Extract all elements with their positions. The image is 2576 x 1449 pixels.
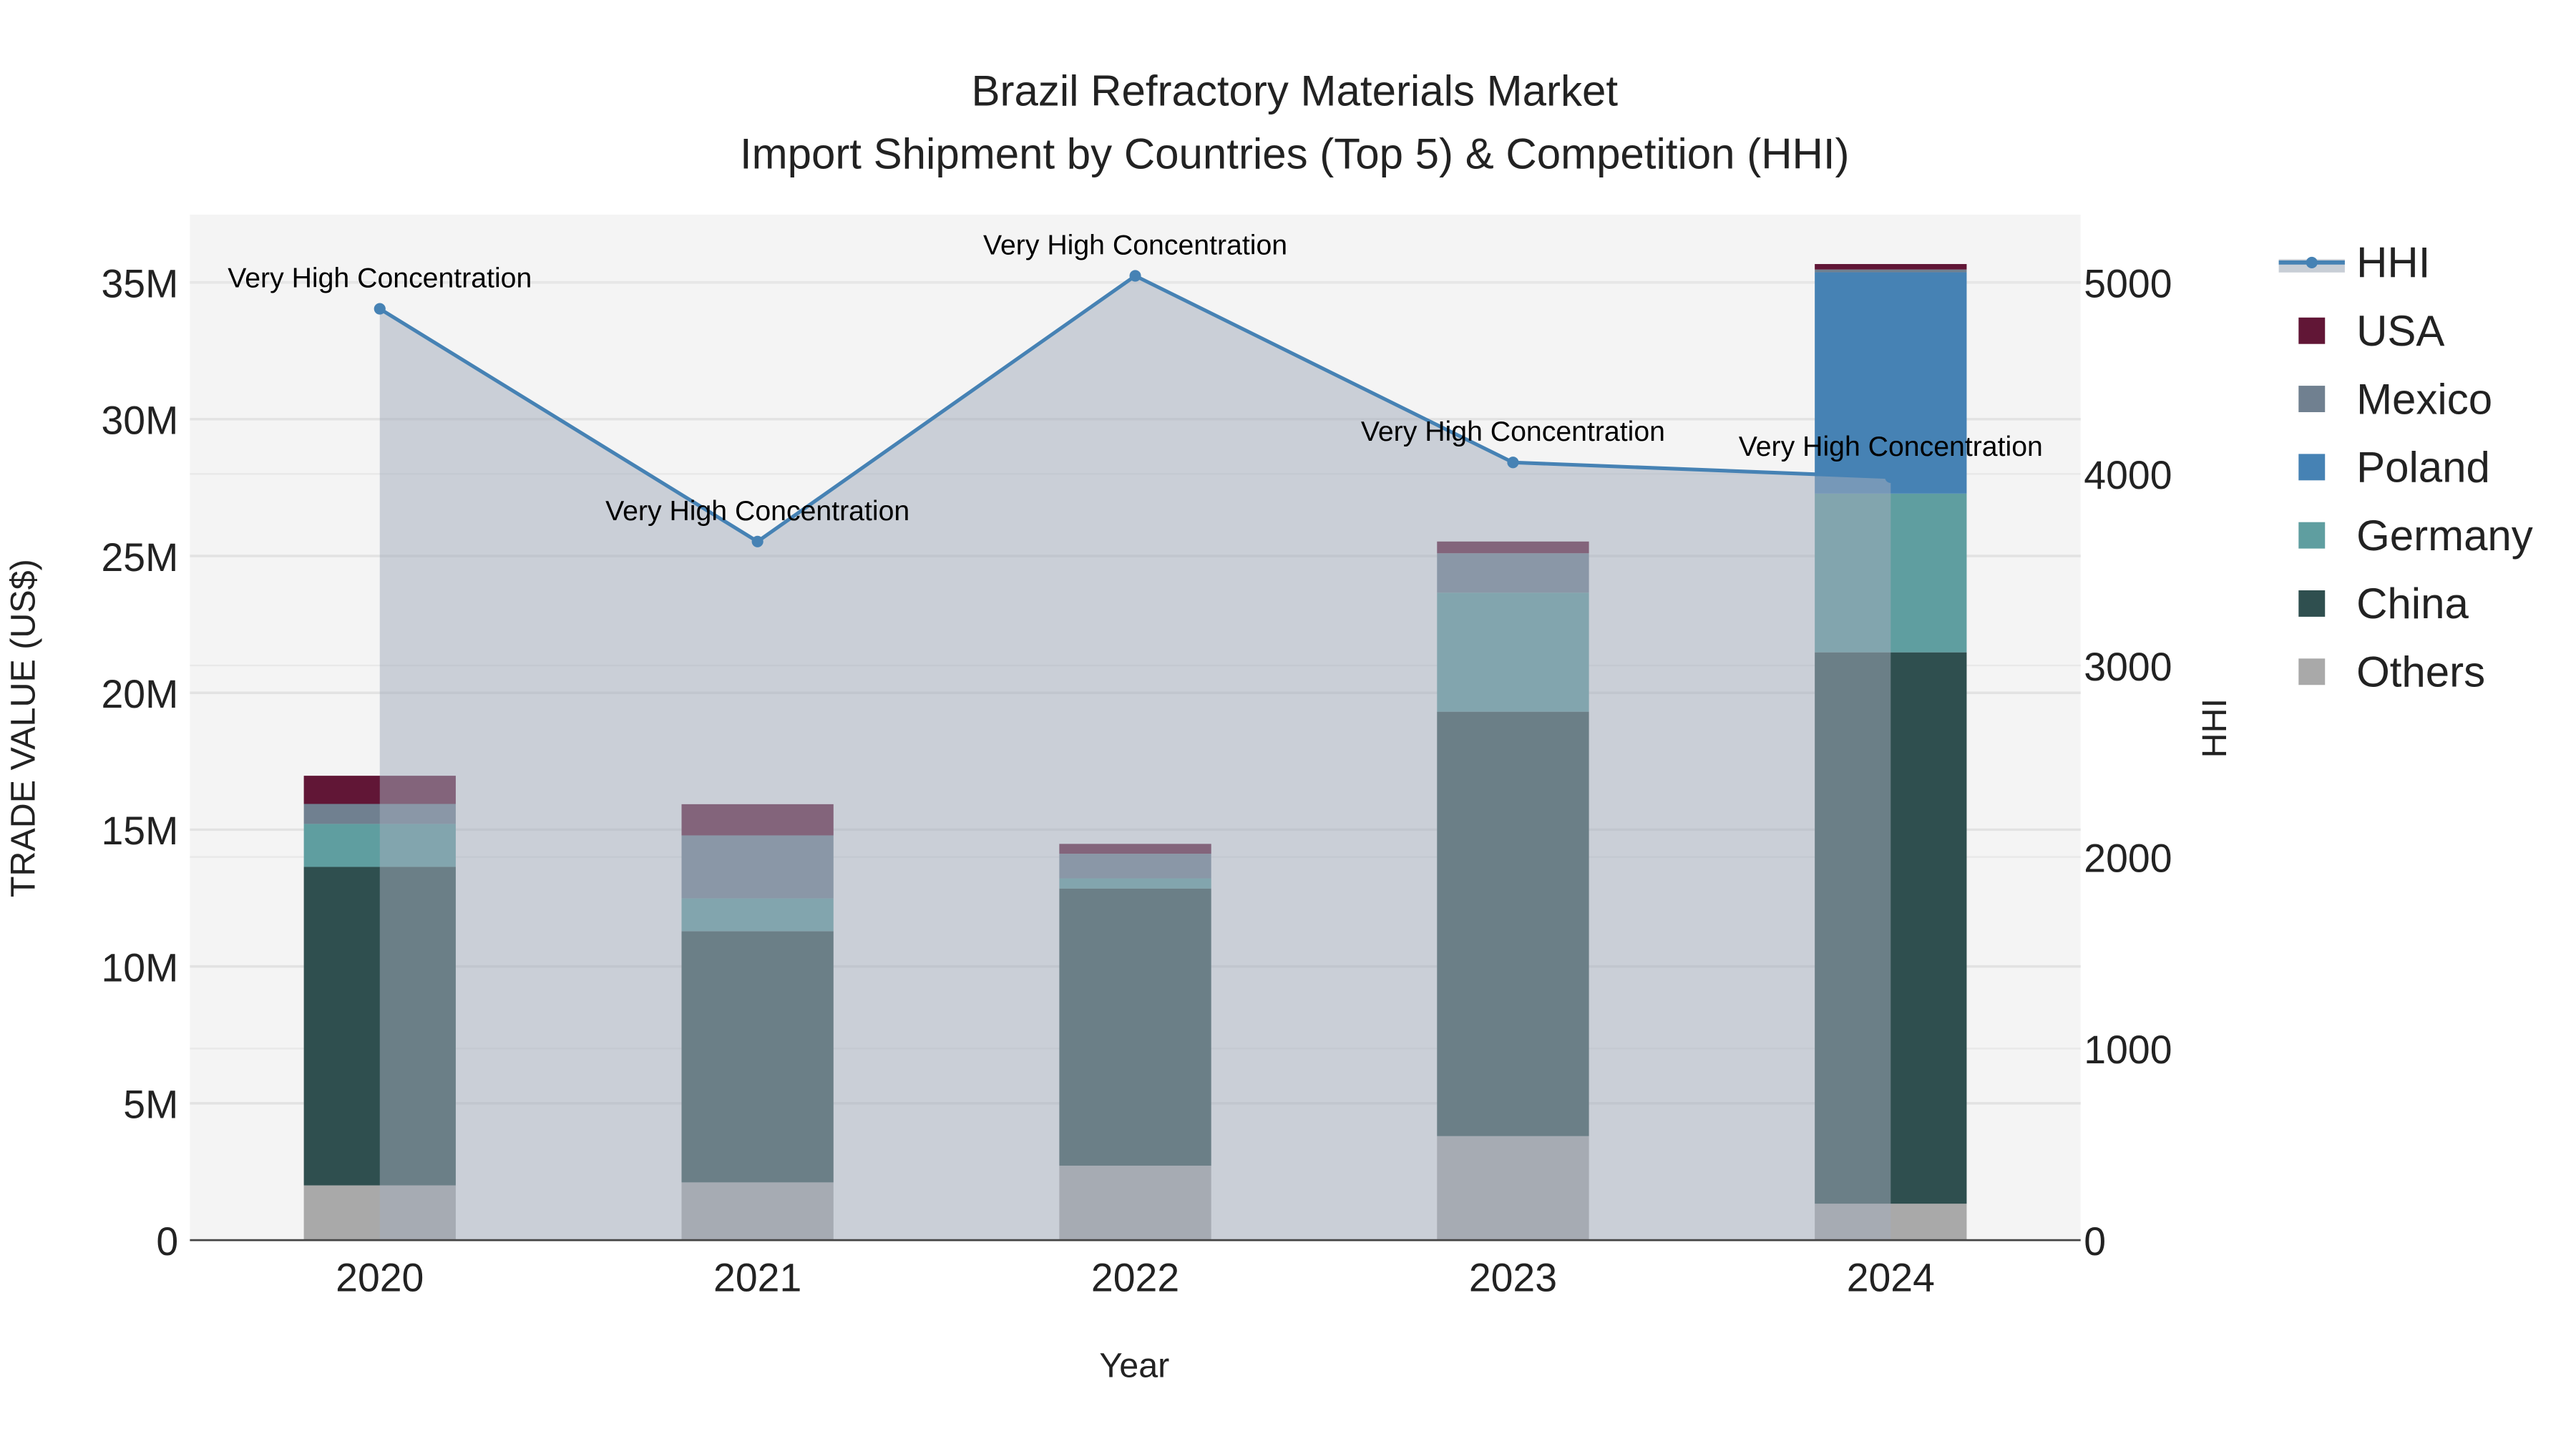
hhi-point-2024[interactable] bbox=[1885, 471, 1897, 483]
x-tick-label: 2020 bbox=[336, 1256, 424, 1300]
legend-item-china[interactable]: China bbox=[2356, 580, 2469, 628]
x-axis-title: Year bbox=[1099, 1347, 1169, 1385]
hhi-annotation: Very High Concentration bbox=[605, 495, 909, 527]
legend-swatch-china bbox=[2298, 590, 2326, 617]
y2-tick-label: 5000 bbox=[2084, 261, 2172, 306]
legend-item-usa[interactable]: USA bbox=[2356, 307, 2444, 355]
hhi-point-2023[interactable] bbox=[1507, 457, 1519, 469]
y-tick-label: 10M bbox=[101, 945, 178, 990]
hhi-point-2021[interactable] bbox=[751, 535, 763, 547]
hhi-annotation: Very High Concentration bbox=[228, 263, 532, 294]
y2-tick-label: 1000 bbox=[2084, 1028, 2172, 1072]
hhi-annotation: Very High Concentration bbox=[983, 230, 1287, 261]
y-tick-label: 35M bbox=[101, 261, 178, 306]
x-tick-label: 2022 bbox=[1091, 1256, 1179, 1300]
chart-subtitle: Import Shipment by Countries (Top 5) & C… bbox=[740, 130, 1850, 177]
y2-tick-label: 3000 bbox=[2084, 645, 2172, 689]
y2-tick-label: 4000 bbox=[2084, 453, 2172, 497]
x-tick-label: 2023 bbox=[1469, 1256, 1557, 1300]
legend-item-poland[interactable]: Poland bbox=[2356, 444, 2490, 492]
y2-tick-label: 0 bbox=[2084, 1219, 2106, 1264]
bar-usa-2024[interactable] bbox=[1815, 263, 1967, 270]
legend-item-hhi[interactable]: HHI bbox=[2356, 239, 2430, 287]
y2-tick-label: 2000 bbox=[2084, 836, 2172, 880]
legend-item-others[interactable]: Others bbox=[2356, 648, 2485, 696]
chart-title: Brazil Refractory Materials Market bbox=[971, 67, 1618, 115]
legend-item-mexico[interactable]: Mexico bbox=[2356, 375, 2492, 423]
y-tick-label: 20M bbox=[101, 672, 178, 716]
legend-swatch-usa bbox=[2298, 317, 2326, 344]
x-tick-label: 2024 bbox=[1847, 1256, 1935, 1300]
legend-item-germany[interactable]: Germany bbox=[2356, 512, 2533, 560]
hhi-point-2022[interactable] bbox=[1129, 270, 1141, 282]
y-tick-label: 30M bbox=[101, 399, 178, 443]
hhi-point-2020[interactable] bbox=[374, 303, 386, 315]
x-tick-label: 2021 bbox=[713, 1256, 801, 1300]
y2-axis-title: HHI bbox=[2195, 698, 2234, 758]
y-tick-label: 0 bbox=[156, 1219, 178, 1264]
chart: Brazil Refractory Materials Market Impor… bbox=[0, 0, 2576, 1449]
legend-swatch-others bbox=[2298, 658, 2326, 686]
bar-mexico-2024[interactable] bbox=[1815, 269, 1967, 273]
y-tick-label: 25M bbox=[101, 535, 178, 580]
y-tick-label: 15M bbox=[101, 809, 178, 853]
y-axis-title: TRADE VALUE (US$) bbox=[4, 559, 42, 897]
hhi-annotation: Very High Concentration bbox=[1361, 416, 1665, 447]
legend-swatch-germany bbox=[2298, 522, 2326, 549]
hhi-annotation: Very High Concentration bbox=[1739, 431, 2043, 462]
legend-swatch-poland bbox=[2298, 454, 2326, 481]
legend-swatch-mexico bbox=[2298, 386, 2326, 412]
y-tick-label: 5M bbox=[123, 1083, 178, 1127]
legend-hhi-marker-icon bbox=[2306, 256, 2318, 268]
